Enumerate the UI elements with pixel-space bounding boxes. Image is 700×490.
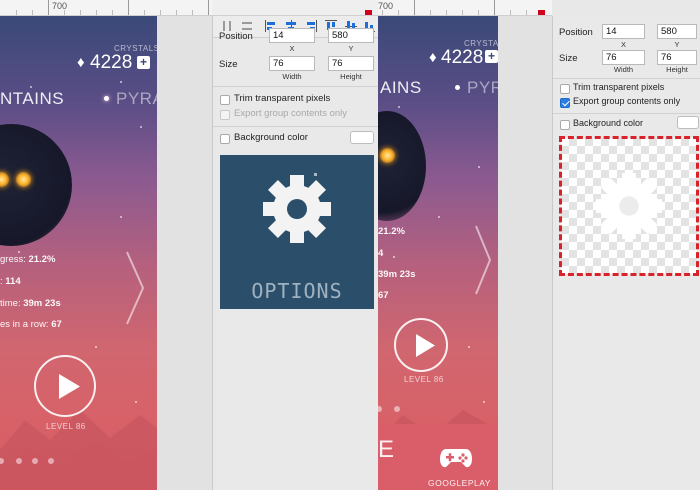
y-label: Y — [674, 40, 680, 49]
background-color-swatch[interactable] — [677, 116, 699, 129]
position-y-field[interactable]: 580 — [328, 28, 374, 43]
preview-caption: OPTIONS — [251, 279, 343, 303]
position-x-field[interactable]: 14 — [602, 24, 645, 39]
stat-streak: 67 — [378, 290, 389, 301]
stat-progress: 21.2% — [378, 226, 405, 237]
height-field[interactable]: 76 — [328, 56, 374, 71]
game-screen-left: CRYSTALS ♦ 4228 + NTAINS PYRA gress: 21.… — [0, 16, 157, 490]
width-field[interactable]: 76 — [602, 50, 645, 65]
divider — [213, 126, 378, 127]
world-dot-icon — [455, 85, 460, 90]
page-dot[interactable] — [394, 406, 400, 412]
background-color-checkbox[interactable] — [220, 134, 230, 144]
export-group-checkbox[interactable] — [220, 110, 230, 120]
trim-checkbox[interactable] — [220, 95, 230, 105]
stat-count: : 114 — [0, 276, 21, 287]
level-label: LEVEL 86 — [404, 375, 444, 384]
trim-label: Trim transparent pixels — [573, 82, 665, 92]
creature-eye — [16, 172, 31, 187]
gear-icon — [263, 175, 331, 243]
divider — [553, 113, 700, 114]
sparkle-icon — [314, 173, 317, 176]
background-color-label: Background color — [234, 132, 308, 143]
crystals-value: 4228 — [441, 47, 484, 68]
page-dot[interactable] — [16, 458, 22, 464]
diamond-icon: ♦ — [77, 54, 85, 71]
page-dot[interactable] — [48, 458, 54, 464]
inspector-panel-right: Position 14 580 X Y Size 76 76 Width Hei… — [552, 16, 700, 490]
menu-icon[interactable]: E — [378, 436, 394, 464]
screenshot-root: 700 CRYSTALS ♦ 4228 + NTAINS PYRA gress:… — [0, 0, 700, 490]
height-label: Height — [666, 65, 688, 74]
width-field[interactable]: 76 — [269, 56, 315, 71]
ruler-left: 700 — [0, 0, 212, 16]
divider — [213, 86, 378, 87]
crystals-value: 4228 — [90, 52, 133, 73]
gamepad-icon[interactable] — [439, 446, 473, 470]
page-dot[interactable] — [32, 458, 38, 464]
googleplay-label[interactable]: GOOGLEPLAY — [428, 478, 491, 488]
world-name-next: PYRA — [467, 78, 498, 97]
play-icon — [59, 374, 80, 399]
size-label: Size — [559, 53, 578, 64]
chevron-right-icon[interactable] — [473, 224, 493, 296]
creature-illustration — [378, 111, 426, 221]
play-button[interactable] — [34, 355, 96, 417]
width-label: Width — [613, 65, 634, 74]
background-color-checkbox[interactable] — [560, 120, 570, 130]
trim-label: Trim transparent pixels — [234, 93, 331, 104]
background-color-swatch[interactable] — [350, 131, 374, 144]
world-name-current: AINS — [380, 78, 422, 97]
export-group-label: Export group contents only — [573, 96, 681, 106]
export-preview: OPTIONS — [220, 155, 374, 309]
export-group-label: Export group contents only — [234, 108, 348, 119]
background-color-label: Background color — [573, 118, 644, 128]
highlight-frame — [559, 136, 699, 276]
position-x-field[interactable]: 14 — [269, 28, 315, 43]
stat-progress: gress: 21.2% — [0, 254, 56, 265]
height-label: Height — [340, 72, 362, 81]
divider — [553, 78, 700, 79]
world-dot-icon — [104, 96, 109, 101]
x-label: X — [620, 40, 626, 49]
play-button[interactable] — [394, 318, 448, 372]
ruler-label-700: 700 — [378, 1, 394, 11]
inspector-panel-left: Position 14 580 X Y Size 76 76 Width Hei… — [212, 16, 378, 490]
stat-time: 39m 23s — [378, 269, 416, 280]
ruler-right: 700 — [378, 0, 552, 16]
add-crystals-button[interactable]: + — [485, 50, 498, 63]
world-name-current: NTAINS — [0, 89, 65, 108]
export-group-checkbox[interactable] — [560, 98, 570, 108]
x-label: X — [289, 44, 295, 53]
position-label: Position — [219, 31, 253, 42]
creature-eye — [380, 148, 395, 163]
game-screen-right: CRYSTALS ♦ 4228 + AINS PYRA 21.2% 4 39m … — [378, 16, 498, 490]
size-label: Size — [219, 59, 238, 70]
y-label: Y — [348, 44, 354, 53]
play-icon — [416, 334, 435, 357]
inspector-top-left — [212, 0, 378, 16]
stat-count: 4 — [378, 248, 384, 259]
level-label: LEVEL 86 — [46, 422, 86, 431]
creature-illustration — [0, 124, 72, 246]
diamond-icon: ♦ — [429, 49, 437, 66]
position-y-field[interactable]: 580 — [657, 24, 697, 39]
height-field[interactable]: 76 — [657, 50, 697, 65]
add-crystals-button[interactable]: + — [137, 56, 150, 69]
world-name-next: PYRA — [116, 89, 157, 108]
position-label: Position — [559, 27, 593, 38]
width-label: Width — [282, 72, 302, 81]
trim-checkbox[interactable] — [560, 84, 570, 94]
